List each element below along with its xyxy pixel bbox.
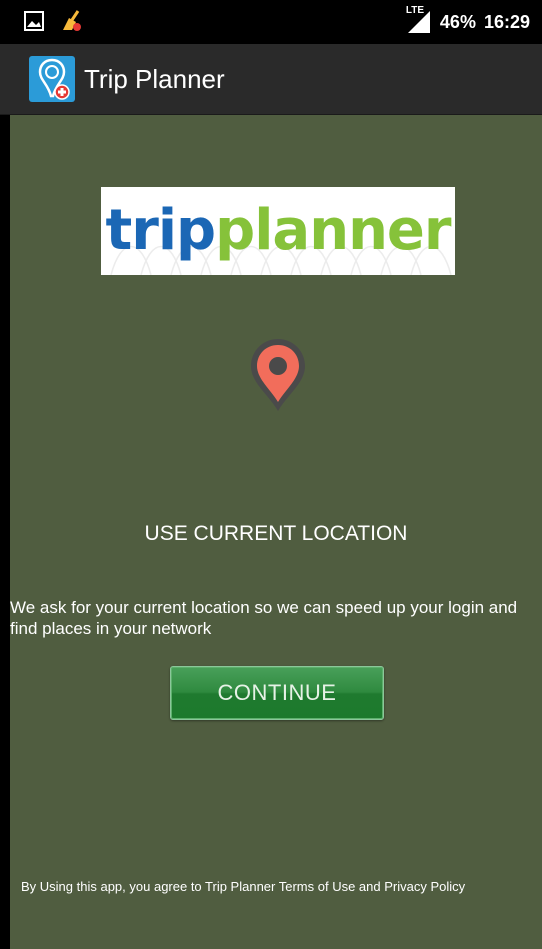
clock: 16:29	[483, 11, 530, 32]
continue-button[interactable]: CONTINUE	[170, 666, 384, 720]
app-title: Trip Planner	[84, 64, 225, 94]
brand-logo: tripplanner	[101, 187, 455, 275]
screen: LTE 46% 16:29 Trip Planner tripplanner U…	[0, 0, 542, 949]
brand-wordmark-planner: planner	[215, 198, 451, 263]
brand-wordmark: tripplanner	[101, 193, 455, 269]
status-bar: LTE 46% 16:29	[0, 0, 542, 44]
location-explanation: We ask for your current location so we c…	[10, 598, 518, 638]
brand-wordmark-trip: trip	[105, 198, 216, 263]
location-heading: USE CURRENT LOCATION	[144, 522, 408, 545]
location-permission-panel: tripplanner USE CURRENT LOCATION We ask …	[10, 115, 542, 949]
battery-level: 46%	[439, 11, 476, 32]
location-pin-icon	[249, 337, 307, 413]
cleaner-icon	[60, 10, 82, 37]
image-icon	[24, 11, 44, 36]
signal-icon: LTE	[404, 5, 432, 35]
status-notifications	[24, 10, 82, 37]
terms-notice[interactable]: By Using this app, you agree to Trip Pla…	[21, 879, 542, 894]
status-system: LTE 46% 16:29	[404, 5, 530, 35]
app-bar: Trip Planner	[0, 44, 542, 115]
trip-planner-logo-icon[interactable]	[29, 56, 75, 102]
